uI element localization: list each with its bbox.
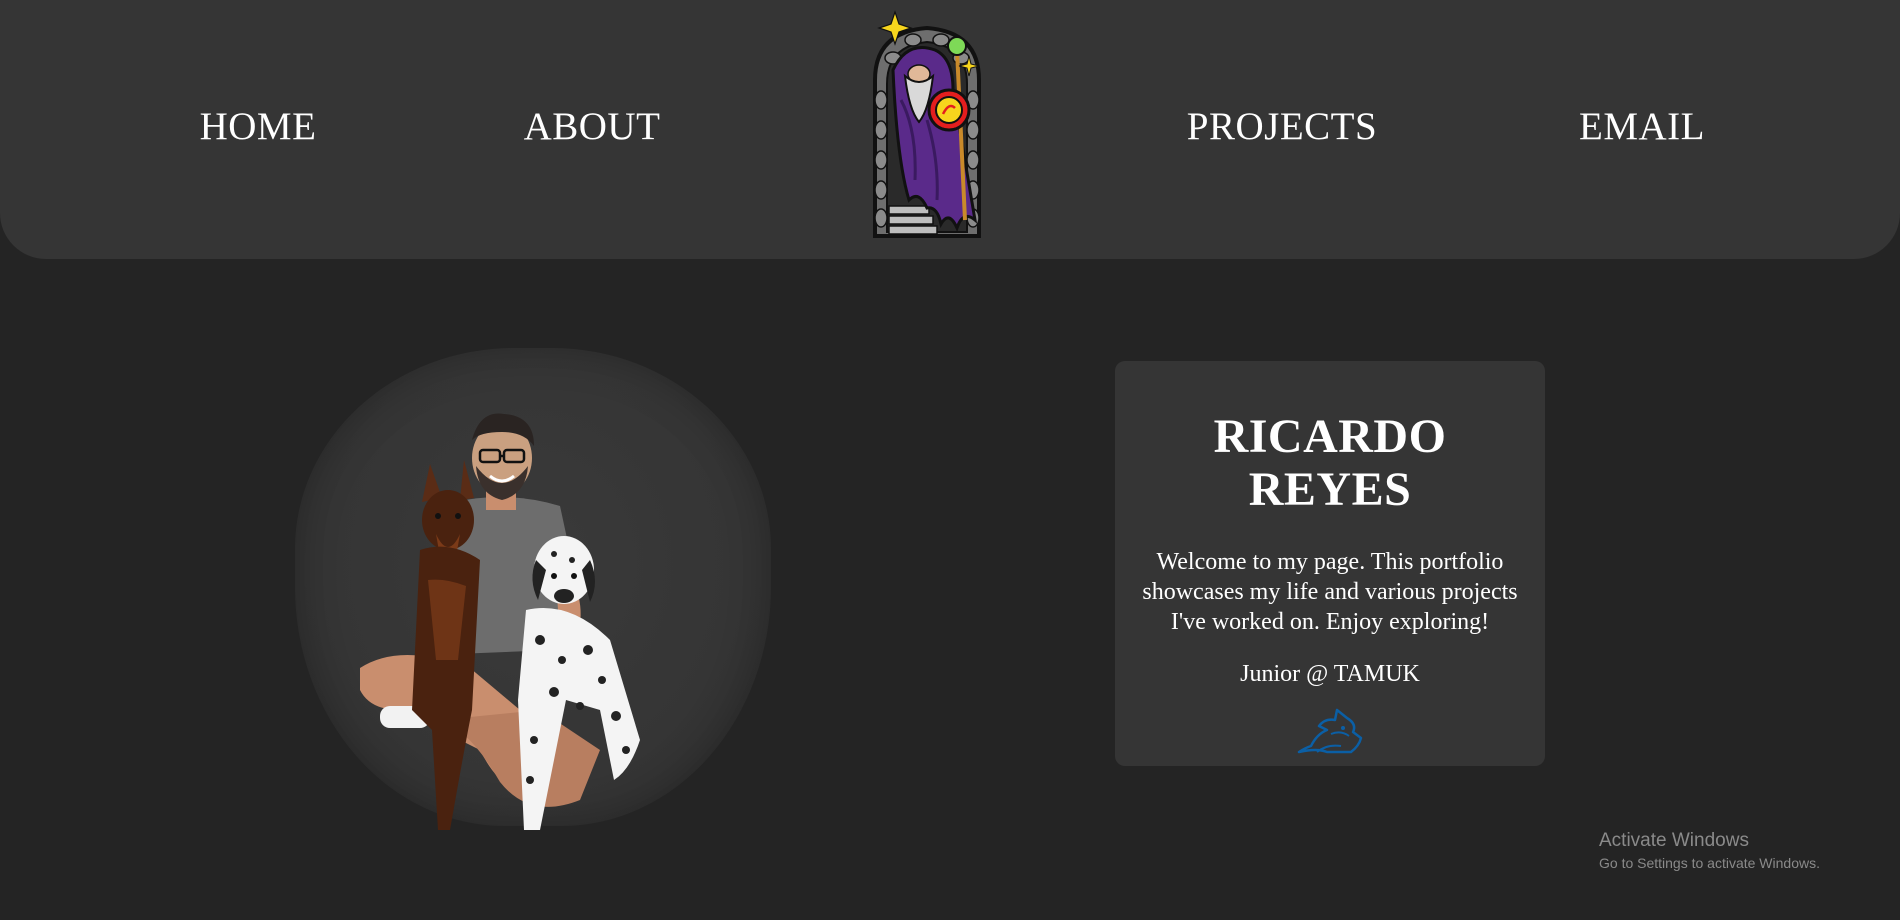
portrait-with-dogs-image (360, 413, 640, 830)
activate-windows-watermark: Activate Windows Go to Settings to activ… (1599, 830, 1820, 871)
javelina-mascot-icon (1297, 708, 1363, 753)
school-subtitle: Junior @ TAMUK (1240, 660, 1420, 687)
watermark-title: Activate Windows (1599, 830, 1749, 851)
navbar: HOME ABOUT PROJECTS EMAIL (0, 0, 1900, 259)
page: HOME ABOUT PROJECTS EMAIL RICARDO REYES … (0, 0, 1900, 920)
nav-link-email[interactable]: EMAIL (1579, 104, 1705, 149)
nav-link-projects[interactable]: PROJECTS (1187, 104, 1377, 149)
nav-link-home[interactable]: HOME (200, 104, 317, 149)
intro-description: Welcome to my page. This portfolio showc… (1142, 548, 1518, 635)
page-title: RICARDO REYES (1213, 410, 1447, 516)
intro-card: RICARDO REYES Welcome to my page. This p… (1115, 361, 1545, 766)
nav-link-about[interactable]: ABOUT (524, 104, 661, 149)
watermark-subtitle: Go to Settings to activate Windows. (1599, 855, 1820, 871)
wizard-logo-icon[interactable] (857, 10, 997, 242)
